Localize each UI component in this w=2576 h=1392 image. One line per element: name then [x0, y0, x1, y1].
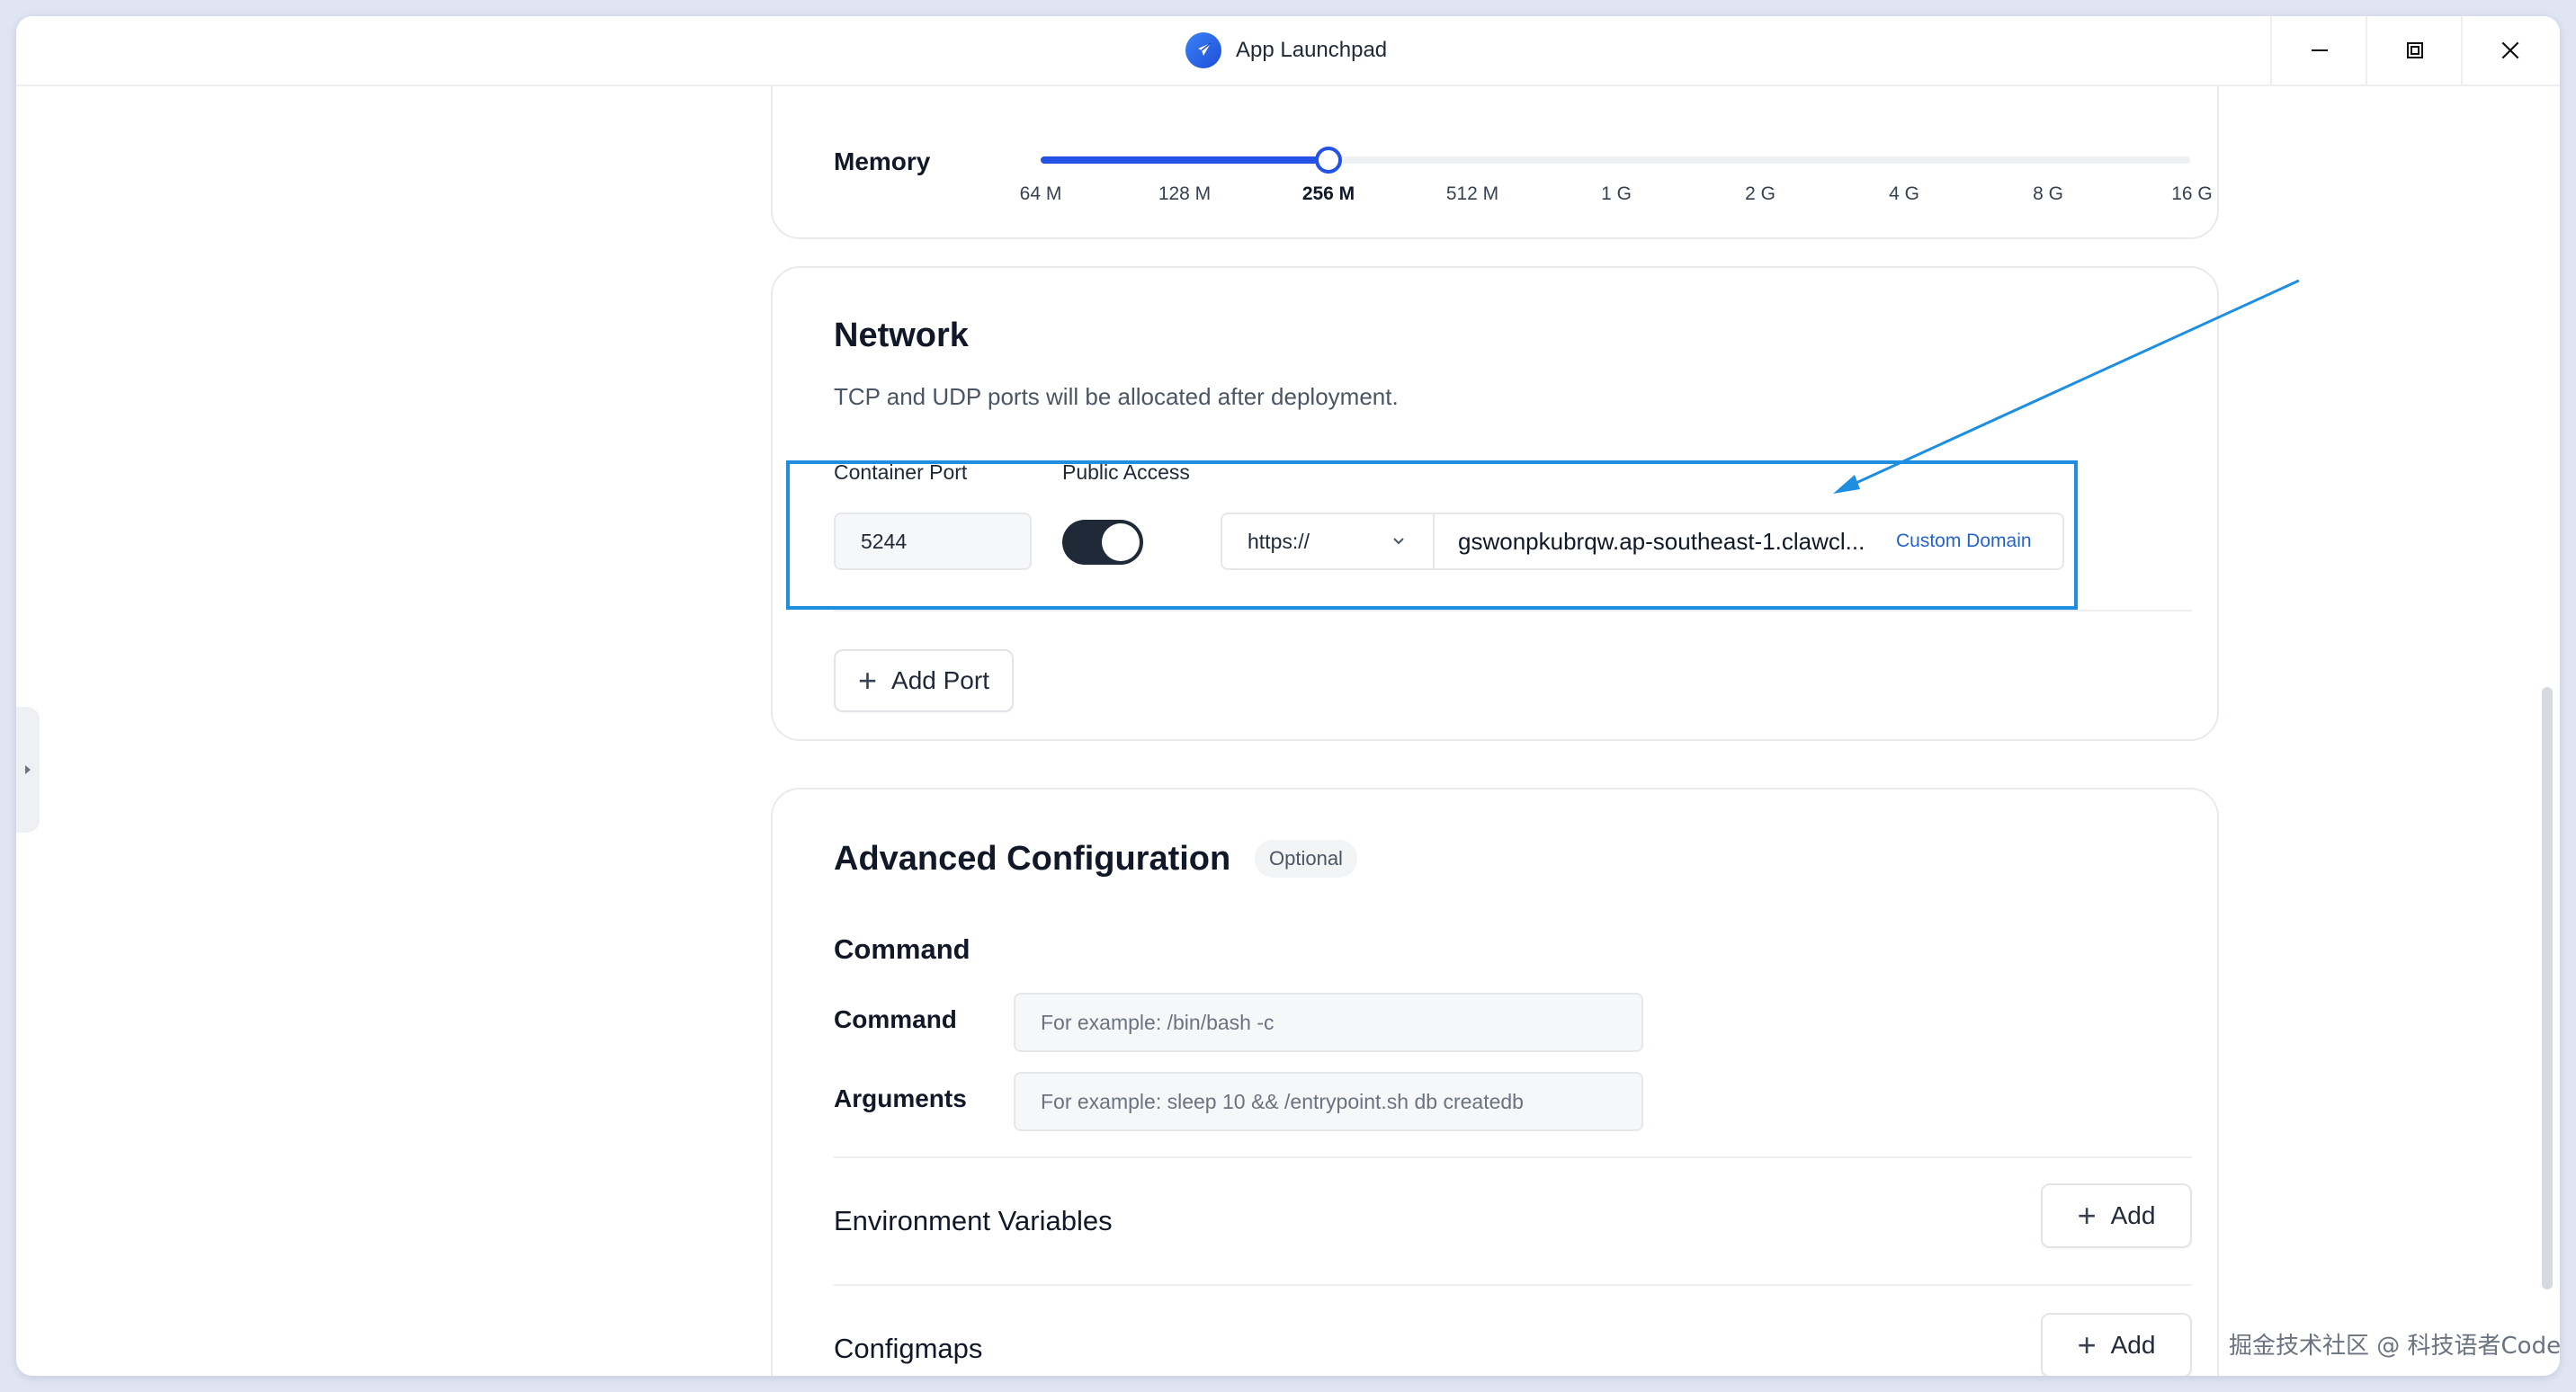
minimize-icon [2312, 49, 2328, 51]
advanced-divider [834, 1284, 2192, 1286]
vertical-scrollbar[interactable] [2542, 687, 2553, 1289]
memory-tick[interactable]: 64 M [987, 183, 1095, 205]
plus-icon: + [858, 662, 878, 699]
add-configmap-label: Add [2110, 1331, 2156, 1359]
add-port-button[interactable]: + Add Port [834, 649, 1014, 712]
resources-card: Memory 64 M 128 M 256 M 512 M 1 G 2 G 4 … [771, 86, 2219, 239]
close-button[interactable] [2461, 16, 2558, 85]
watermark: 掘金技术社区 @ 科技语者Code [2229, 1333, 2562, 1360]
optional-badge: Optional [1255, 840, 1357, 878]
memory-tick[interactable]: 8 G [1994, 183, 2102, 205]
memory-tick[interactable]: 512 M [1418, 183, 1526, 205]
command-section-title: Command [834, 933, 970, 965]
memory-slider-fill [1041, 156, 1328, 164]
memory-tick[interactable]: 128 M [1131, 183, 1239, 205]
add-env-button[interactable]: + Add [2041, 1183, 2192, 1248]
app-window: App Launchpad Memory 64 M 128 M 256 M 51… [16, 16, 2560, 1376]
annotation-arrow-icon [1833, 279, 2300, 494]
restore-icon [2407, 42, 2423, 58]
advanced-title: Advanced Configuration [834, 840, 1231, 878]
add-env-label: Add [2110, 1201, 2156, 1229]
maximize-button[interactable] [2366, 16, 2463, 85]
title-group: App Launchpad [1185, 32, 1387, 68]
minimize-button[interactable] [2270, 16, 2367, 85]
env-variables-label: Environment Variables [834, 1205, 1113, 1236]
main-content: Memory 64 M 128 M 256 M 512 M 1 G 2 G 4 … [16, 86, 2560, 1376]
title-bar: App Launchpad [16, 16, 2560, 86]
memory-tick[interactable]: 1 G [1562, 183, 1670, 205]
caret-right-icon [25, 765, 31, 774]
plus-icon: + [2077, 1326, 2097, 1363]
window-title: App Launchpad [1236, 38, 1388, 62]
memory-tick[interactable]: 16 G [2138, 183, 2246, 205]
arguments-label: Arguments [834, 1084, 967, 1112]
plus-icon: + [2077, 1197, 2097, 1234]
memory-label: Memory [834, 147, 931, 175]
command-placeholder: For example: /bin/bash -c [1041, 1010, 1275, 1034]
arguments-input[interactable]: For example: sleep 10 && /entrypoint.sh … [1014, 1072, 1643, 1131]
memory-tick-selected[interactable]: 256 M [1275, 183, 1382, 205]
rocket-icon [1185, 32, 1221, 68]
add-configmap-button[interactable]: + Add [2041, 1313, 2192, 1376]
network-divider [834, 610, 2192, 611]
close-icon [2501, 41, 2519, 59]
advanced-divider [834, 1156, 2192, 1158]
memory-tick[interactable]: 4 G [1850, 183, 1958, 205]
network-title: Network [834, 317, 969, 354]
advanced-config-card: Advanced Configuration Optional Command … [771, 788, 2219, 1376]
sidebar-toggle[interactable] [16, 707, 40, 833]
memory-tick[interactable]: 2 G [1706, 183, 1814, 205]
command-input[interactable]: For example: /bin/bash -c [1014, 993, 1643, 1052]
configmaps-label: Configmaps [834, 1333, 983, 1364]
command-label: Command [834, 1005, 957, 1033]
memory-slider-handle[interactable] [1315, 147, 1342, 174]
network-subtitle: TCP and UDP ports will be allocated afte… [834, 383, 1399, 410]
add-port-label: Add Port [891, 666, 989, 694]
arguments-placeholder: For example: sleep 10 && /entrypoint.sh … [1041, 1089, 1524, 1113]
